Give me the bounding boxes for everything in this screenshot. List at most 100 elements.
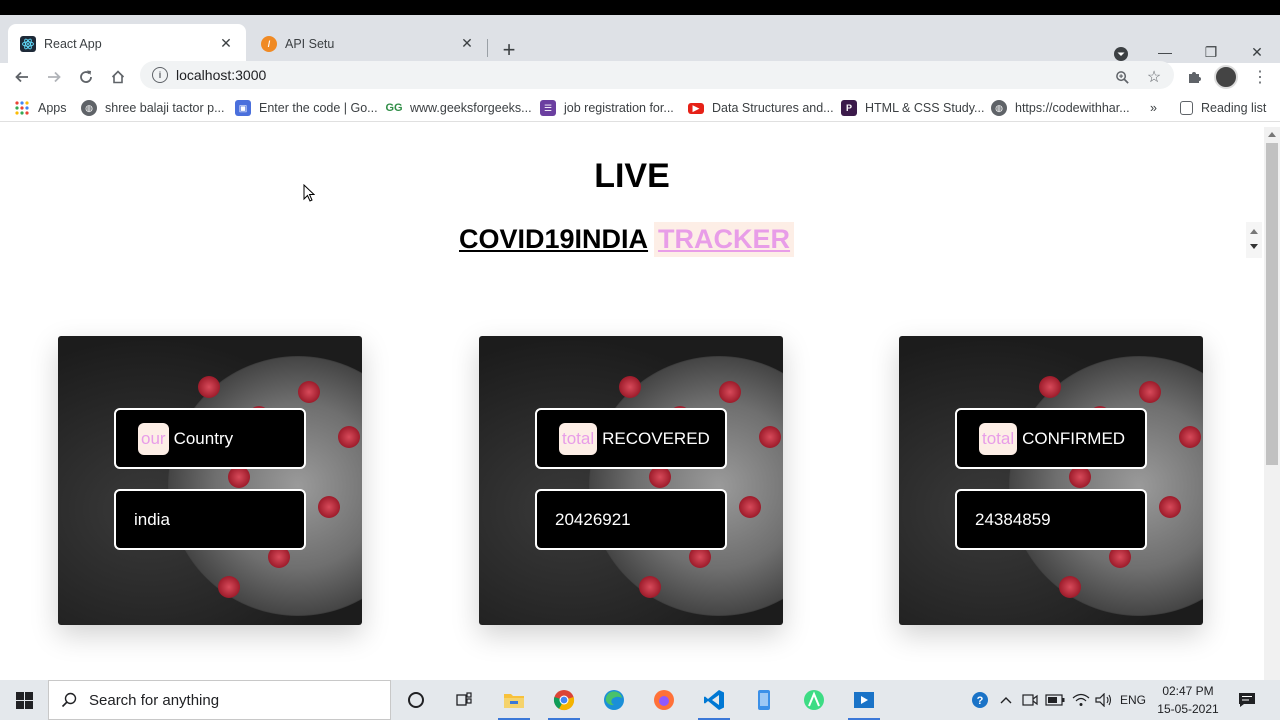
edge-icon[interactable] bbox=[590, 680, 638, 720]
back-button[interactable] bbox=[8, 63, 36, 91]
api-setu-icon: / bbox=[261, 35, 277, 52]
bookmarks-overflow-button[interactable]: » bbox=[1150, 98, 1157, 118]
taskbar-clock[interactable]: 02:47 PM 15-05-2021 bbox=[1150, 682, 1226, 718]
bookmark-item[interactable]: P HTML & CSS Study... bbox=[841, 98, 984, 118]
windows-taskbar: Search for anything ? ENG 02:47 PM 15-05… bbox=[0, 680, 1280, 720]
bookmark-item[interactable]: GG www.geeksforgeeks... bbox=[385, 98, 532, 118]
chrome-menu-icon[interactable]: ⋮ bbox=[1246, 63, 1274, 91]
tab-react-app[interactable]: React App ✕ bbox=[8, 24, 246, 63]
globe-icon: ◍ bbox=[991, 100, 1007, 116]
task-view-icon[interactable] bbox=[440, 680, 488, 720]
stat-card-country: our Country india bbox=[58, 336, 362, 625]
zoom-icon[interactable] bbox=[1110, 65, 1134, 89]
windows-start-button[interactable] bbox=[0, 680, 48, 720]
bookmark-label: Apps bbox=[38, 101, 67, 115]
bookmarks-bar: Apps ◍ shree balaji tactor p... ▣ Enter … bbox=[0, 94, 1280, 122]
page-viewport: LIVE COVID19INDIA TRACKER our Country in… bbox=[0, 127, 1264, 680]
bookmark-item[interactable]: ▣ Enter the code | Go... bbox=[235, 98, 378, 118]
home-button[interactable] bbox=[104, 63, 132, 91]
forward-button[interactable] bbox=[40, 63, 68, 91]
bookmark-item[interactable]: ◍ shree balaji tactor p... bbox=[81, 98, 225, 118]
apps-grid-icon bbox=[14, 100, 30, 116]
geeksforgeeks-icon: GG bbox=[385, 102, 403, 114]
cortana-icon[interactable] bbox=[392, 680, 440, 720]
bookmark-label: shree balaji tactor p... bbox=[105, 101, 225, 115]
stat-card-confirmed: total CONFIRMED 24384859 bbox=[899, 336, 1203, 625]
bookmark-label: HTML & CSS Study... bbox=[865, 101, 985, 115]
bookmark-item[interactable]: ◍ https://codewithhar... bbox=[991, 98, 1130, 118]
vscode-icon[interactable] bbox=[690, 680, 738, 720]
bookmark-item[interactable]: ☰ job registration for... bbox=[540, 98, 674, 118]
globe-icon: ◍ bbox=[81, 100, 97, 116]
reading-list-label: Reading list bbox=[1201, 101, 1267, 115]
language-indicator[interactable]: ENG bbox=[1118, 680, 1148, 720]
headline-main: COVID19INDIA bbox=[459, 223, 649, 254]
browser-toolbar: i localhost:3000 ☆ ⋮ bbox=[0, 61, 1280, 91]
inner-scroll-arrows[interactable] bbox=[1246, 222, 1262, 258]
bookmark-label: Enter the code | Go... bbox=[259, 101, 378, 115]
chrome-icon[interactable] bbox=[540, 680, 588, 720]
wifi-icon[interactable] bbox=[1070, 680, 1092, 720]
mouse-cursor-icon bbox=[303, 184, 315, 202]
scroll-up-icon[interactable] bbox=[1268, 132, 1276, 137]
stat-value: india bbox=[134, 509, 170, 529]
stat-tag: total bbox=[559, 422, 598, 455]
new-tab-button[interactable]: + bbox=[496, 37, 522, 62]
virus-image bbox=[168, 356, 362, 616]
tab-close-icon[interactable]: ✕ bbox=[214, 32, 238, 56]
stat-value-box: 24384859 bbox=[955, 489, 1147, 550]
scrollbar-thumb[interactable] bbox=[1266, 143, 1278, 465]
stat-label: Country bbox=[173, 428, 234, 448]
profile-avatar[interactable] bbox=[1214, 65, 1238, 89]
window-top-strip bbox=[0, 0, 1280, 15]
svg-text:?: ? bbox=[977, 695, 984, 707]
reading-list-button[interactable]: Reading list bbox=[1180, 98, 1266, 118]
home-icon bbox=[111, 70, 125, 84]
media-player-icon[interactable] bbox=[840, 680, 888, 720]
tab-title: React App bbox=[44, 36, 102, 51]
headline-accent: TRACKER bbox=[654, 221, 795, 257]
page-headline: COVID19INDIA TRACKER bbox=[459, 219, 795, 259]
battery-icon[interactable] bbox=[1044, 680, 1066, 720]
site-info-icon[interactable]: i bbox=[152, 67, 168, 83]
taskbar-search-box[interactable]: Search for anything bbox=[48, 680, 391, 720]
forward-arrow-icon bbox=[48, 71, 61, 83]
back-arrow-icon bbox=[15, 71, 28, 83]
stat-label-box: total RECOVERED bbox=[535, 408, 727, 469]
search-icon bbox=[61, 692, 77, 708]
meet-now-icon[interactable] bbox=[1020, 680, 1040, 720]
bookmark-item[interactable]: ▶ Data Structures and... bbox=[688, 98, 834, 118]
help-icon[interactable]: ? bbox=[968, 680, 992, 720]
bookmark-label: https://codewithhar... bbox=[1015, 101, 1130, 115]
virus-image bbox=[1009, 356, 1203, 616]
reload-icon bbox=[80, 70, 92, 83]
extensions-puzzle-icon[interactable] bbox=[1180, 63, 1208, 91]
volume-icon[interactable] bbox=[1094, 680, 1114, 720]
browser-tab-bar: React App ✕ / API Setu ✕ + — ❐ ✕ bbox=[0, 15, 1280, 63]
notification-center-icon[interactable] bbox=[1234, 680, 1260, 720]
bookmark-label: www.geeksforgeeks... bbox=[410, 101, 532, 115]
page-title: LIVE bbox=[594, 157, 670, 195]
tab-separator bbox=[487, 39, 488, 57]
bookmark-label: Data Structures and... bbox=[712, 101, 834, 115]
reload-button[interactable] bbox=[72, 63, 100, 91]
phone-link-icon[interactable] bbox=[740, 680, 788, 720]
android-studio-icon[interactable] bbox=[790, 680, 838, 720]
bookmark-star-icon[interactable]: ☆ bbox=[1142, 65, 1166, 89]
bookmark-apps[interactable]: Apps bbox=[14, 98, 67, 118]
tab-api-setu[interactable]: / API Setu ✕ bbox=[249, 24, 487, 63]
tab-close-icon[interactable]: ✕ bbox=[455, 32, 479, 56]
stat-label: CONFIRMED bbox=[1022, 428, 1126, 448]
stat-value-box: 20426921 bbox=[535, 489, 727, 550]
stat-card-recovered: total RECOVERED 20426921 bbox=[479, 336, 783, 625]
windows-logo-icon bbox=[15, 691, 33, 709]
reading-list-icon bbox=[1180, 101, 1193, 115]
address-bar[interactable]: i localhost:3000 bbox=[140, 61, 1174, 89]
clock-time: 02:47 PM bbox=[1162, 684, 1214, 698]
google-forms-icon: ☰ bbox=[540, 100, 556, 116]
file-explorer-icon[interactable] bbox=[490, 680, 538, 720]
show-hidden-icons-chevron-icon[interactable] bbox=[996, 680, 1016, 720]
page-scrollbar[interactable] bbox=[1264, 127, 1280, 680]
firefox-icon[interactable] bbox=[640, 680, 688, 720]
bookmark-label: job registration for... bbox=[564, 101, 674, 115]
